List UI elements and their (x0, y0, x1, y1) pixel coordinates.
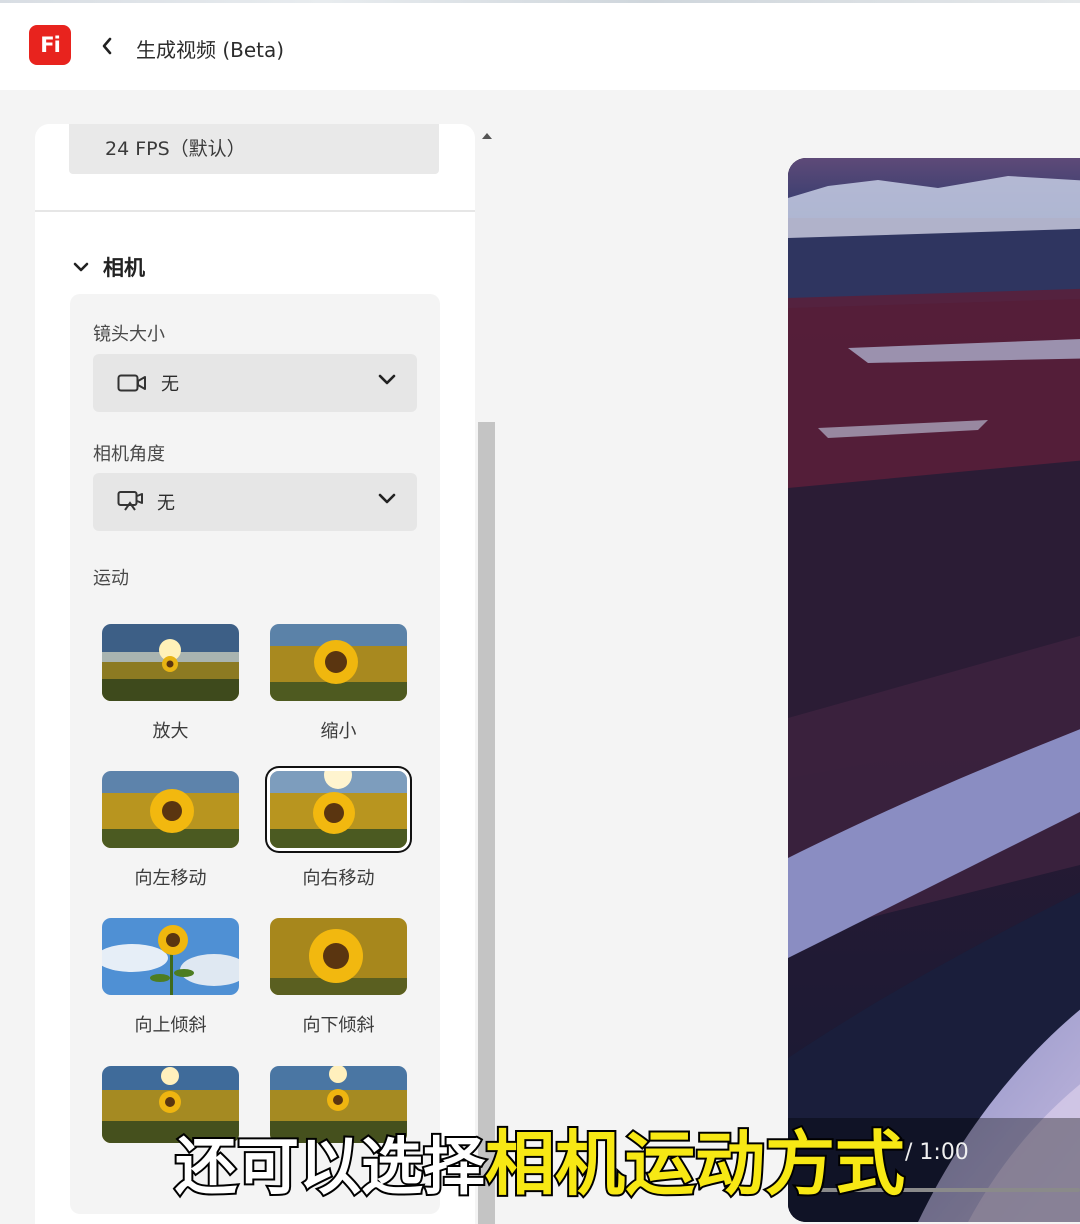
section-divider (35, 210, 475, 212)
chevron-down-icon (73, 262, 89, 272)
sunflower-field-image (102, 771, 239, 848)
scroll-up-arrow-icon[interactable] (481, 132, 493, 140)
motion-label-pan-left: 向左移动 (134, 868, 207, 889)
motion-thumb-pan-right[interactable] (270, 771, 407, 848)
camera-angle-dropdown[interactable]: 无 (93, 473, 417, 531)
motion-label-zoom-in: 放大 (152, 721, 189, 742)
browser-strip (0, 0, 1080, 3)
motion-thumb-tilt-down[interactable] (270, 918, 407, 995)
motion-label-pan-right: 向右移动 (302, 868, 375, 889)
shot-size-dropdown[interactable]: 无 (93, 354, 417, 412)
camera-angle-icon (117, 491, 143, 511)
chevron-down-icon (378, 374, 396, 385)
sunflower-field-image (270, 771, 407, 848)
scrollbar-thumb[interactable] (478, 422, 495, 1224)
motion-thumb-zoom-in[interactable] (102, 624, 239, 701)
motion-thumb-zoom-out[interactable] (270, 624, 407, 701)
video-caption-overlay: 还可以选择相机运动方式 (0, 1108, 1080, 1209)
video-preview[interactable] (788, 158, 1080, 1222)
caption-part-1: 还可以选择 (173, 1128, 487, 1205)
top-bar: Fi 生成视频 (Beta) (0, 0, 1080, 90)
camera-section-header[interactable]: 相机 (73, 252, 145, 282)
chevron-left-icon (102, 37, 112, 55)
motion-label-tilt-down: 向下倾斜 (302, 1015, 375, 1036)
settings-panel: 24 FPS（默认） 相机 镜头大小 无 相机角度 无 运动 放大 缩小 向左移… (35, 124, 475, 1224)
motion-label-zoom-out: 缩小 (320, 721, 357, 742)
sunflower-field-image (270, 918, 407, 995)
shot-size-label: 镜头大小 (93, 324, 165, 345)
chevron-down-icon (378, 493, 396, 504)
page-title: 生成视频 (Beta) (136, 38, 285, 62)
camera-section-title: 相机 (103, 256, 145, 280)
sunflower-sky-image (102, 918, 239, 995)
sunflower-field-image (270, 624, 407, 701)
sunflower-field-image (102, 624, 239, 701)
motion-label: 运动 (93, 568, 129, 589)
video-camera-icon (117, 374, 146, 392)
frame-rate-select[interactable]: 24 FPS（默认） (69, 124, 439, 174)
firefly-logo[interactable]: Fi (29, 25, 71, 65)
motion-label-tilt-up: 向上倾斜 (134, 1015, 207, 1036)
caption-part-2: 相机运动方式 (483, 1121, 907, 1207)
motion-thumb-pan-left[interactable] (102, 771, 239, 848)
back-button[interactable] (96, 34, 118, 58)
landscape-video-frame (788, 158, 1080, 1222)
camera-settings-card: 镜头大小 无 相机角度 无 运动 放大 缩小 向左移动 向右移动 向上倾斜 向下… (70, 294, 440, 1214)
camera-angle-value: 无 (157, 493, 175, 514)
motion-thumb-tilt-up[interactable] (102, 918, 239, 995)
camera-angle-label: 相机角度 (93, 444, 165, 465)
shot-size-value: 无 (161, 374, 179, 395)
